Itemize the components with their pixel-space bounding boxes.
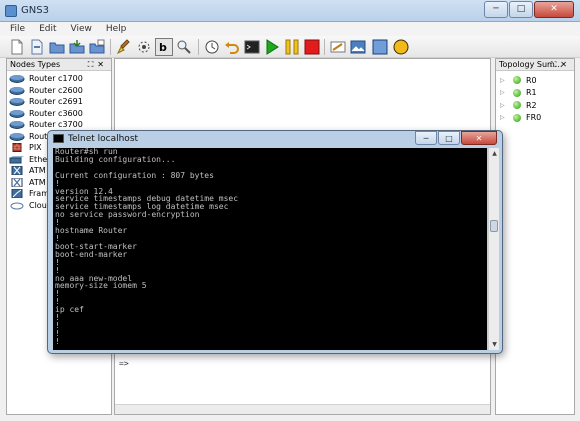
node-type-item[interactable]: Router c1700 — [7, 73, 111, 85]
terminal-line: hostname Router — [55, 226, 128, 236]
pause-icon[interactable] — [284, 39, 300, 55]
panel-title: Nodes Types — [10, 60, 61, 69]
telnet-title: Telnet localhost — [68, 134, 139, 144]
expand-arrow-icon[interactable]: ▷ — [500, 114, 508, 121]
image-icon[interactable] — [350, 39, 366, 55]
router-icon — [9, 132, 25, 141]
router-icon — [9, 86, 25, 95]
router-icon — [9, 97, 25, 107]
topology-device-list: ▷ R0 ▷ R1 ▷ R2 ▷ FR0 — [496, 71, 574, 124]
expand-arrow-icon[interactable]: ▷ — [500, 77, 508, 84]
topology-device-item[interactable]: ▷ R2 — [496, 99, 574, 112]
node-type-item[interactable]: Router c3700 — [7, 119, 111, 131]
menu-bar: File Edit View Help — [0, 22, 580, 36]
terminal-line: Current configuration : 807 bytes — [55, 170, 214, 180]
topology-device-item[interactable]: ▷ R1 — [496, 87, 574, 100]
title-bar: GNS3 ─ □ ✕ — [0, 0, 580, 22]
scroll-down-icon[interactable]: ▼ — [490, 340, 499, 349]
open-file-icon[interactable] — [29, 39, 45, 55]
topology-summary-panel: Topology Sum... ⛶✕ ▷ R0 ▷ R1 ▷ R2 ▷ FR0 — [495, 58, 575, 415]
console-icon[interactable] — [244, 39, 260, 55]
terminal-line: ! — [55, 313, 60, 323]
stop-icon[interactable] — [304, 39, 320, 55]
status-running-icon — [513, 101, 521, 110]
new-file-icon[interactable] — [9, 39, 25, 55]
telnet-window[interactable]: Telnet localhost ─ □ ✕ Router#sh run Buil… — [47, 130, 503, 354]
start-icon[interactable] — [264, 39, 280, 55]
snapshot-icon[interactable] — [136, 39, 152, 55]
node-type-item[interactable]: Router c3600 — [7, 108, 111, 120]
window-controls: ─ □ ✕ — [484, 1, 574, 18]
expand-arrow-icon[interactable]: ▷ — [500, 102, 508, 109]
note-icon[interactable] — [330, 39, 346, 55]
expand-arrow-icon[interactable]: ▷ — [500, 89, 508, 96]
console-prompt: => — [119, 359, 129, 368]
menu-file[interactable]: File — [10, 24, 25, 34]
terminal-line: ! — [55, 336, 60, 346]
timer-icon[interactable] — [204, 39, 220, 55]
save-as-icon[interactable] — [89, 39, 105, 55]
status-running-icon — [513, 76, 521, 85]
svg-text:b: b — [159, 41, 167, 54]
scroll-up-icon[interactable]: ▲ — [490, 149, 499, 158]
horizontal-scrollbar[interactable] — [115, 404, 490, 414]
firewall-icon — [9, 143, 25, 153]
telnet-maximize-button[interactable]: □ — [438, 131, 460, 145]
topology-device-item[interactable]: ▷ FR0 — [496, 112, 574, 125]
router-icon — [9, 109, 25, 118]
minimize-button[interactable]: ─ — [484, 1, 508, 18]
terminal-line: ! — [55, 289, 60, 299]
scroll-thumb[interactable] — [490, 220, 498, 232]
clean-icon[interactable] — [116, 39, 132, 55]
maximize-button[interactable]: □ — [509, 1, 533, 18]
atm-switch-icon — [9, 166, 25, 176]
router-icon — [9, 74, 25, 84]
switch-icon — [9, 155, 25, 164]
terminal-line: ! — [55, 328, 60, 338]
atm-bridge-icon — [9, 177, 25, 187]
terminal-output[interactable]: Router#sh run Building configuration... C… — [53, 148, 487, 350]
status-running-icon — [513, 88, 521, 97]
terminal-line: ip cef — [55, 305, 84, 315]
node-type-item[interactable]: Router c2691 — [7, 96, 111, 108]
router-icon — [9, 120, 25, 130]
close-button[interactable]: ✕ — [534, 1, 574, 18]
terminal-line: ! — [55, 297, 60, 307]
open-folder-icon[interactable] — [49, 39, 65, 55]
telnet-close-button[interactable]: ✕ — [461, 131, 497, 145]
telnet-minimize-button[interactable]: ─ — [415, 131, 437, 145]
nodes-types-header: Nodes Types ⛶✕ — [7, 59, 111, 71]
terminal-line: ! — [55, 320, 60, 330]
terminal-line: ! — [55, 178, 60, 188]
gns3-icon — [5, 5, 17, 17]
menu-edit[interactable]: Edit — [39, 24, 56, 34]
topology-device-item[interactable]: ▷ R0 — [496, 74, 574, 87]
terminal-line: boot-end-marker — [55, 249, 128, 259]
window-title: GNS3 — [21, 5, 49, 16]
cloud-icon — [9, 201, 25, 210]
terminal-line: no service password-encryption — [55, 210, 200, 220]
panel-dock-controls[interactable]: ⛶✕ — [88, 59, 108, 71]
zoom-icon[interactable] — [176, 39, 192, 55]
menu-help[interactable]: Help — [106, 24, 127, 34]
console-icon — [53, 134, 64, 143]
status-running-icon — [513, 113, 521, 122]
save-icon[interactable] — [69, 39, 85, 55]
terminal-line: Building configuration... — [55, 154, 176, 164]
label-toggle-icon[interactable]: b — [155, 38, 173, 56]
terminal-line: memory-size iomem 5 — [55, 281, 147, 291]
telnet-window-controls: ─ □ ✕ — [415, 131, 497, 145]
ellipse-icon[interactable] — [393, 39, 409, 55]
frame-relay-icon — [9, 189, 25, 199]
menu-view[interactable]: View — [71, 24, 92, 34]
panel-dock-controls[interactable]: ⛶✕ — [551, 59, 571, 71]
undo-icon[interactable] — [224, 39, 240, 55]
terminal-line: ! — [55, 257, 60, 267]
topology-summary-header: Topology Sum... ⛶✕ — [496, 59, 574, 71]
node-type-item[interactable]: Router c2600 — [7, 85, 111, 97]
toolbar: b — [0, 36, 580, 58]
rectangle-icon[interactable] — [372, 39, 388, 55]
terminal-scrollbar[interactable]: ▲ ▼ — [488, 148, 499, 350]
